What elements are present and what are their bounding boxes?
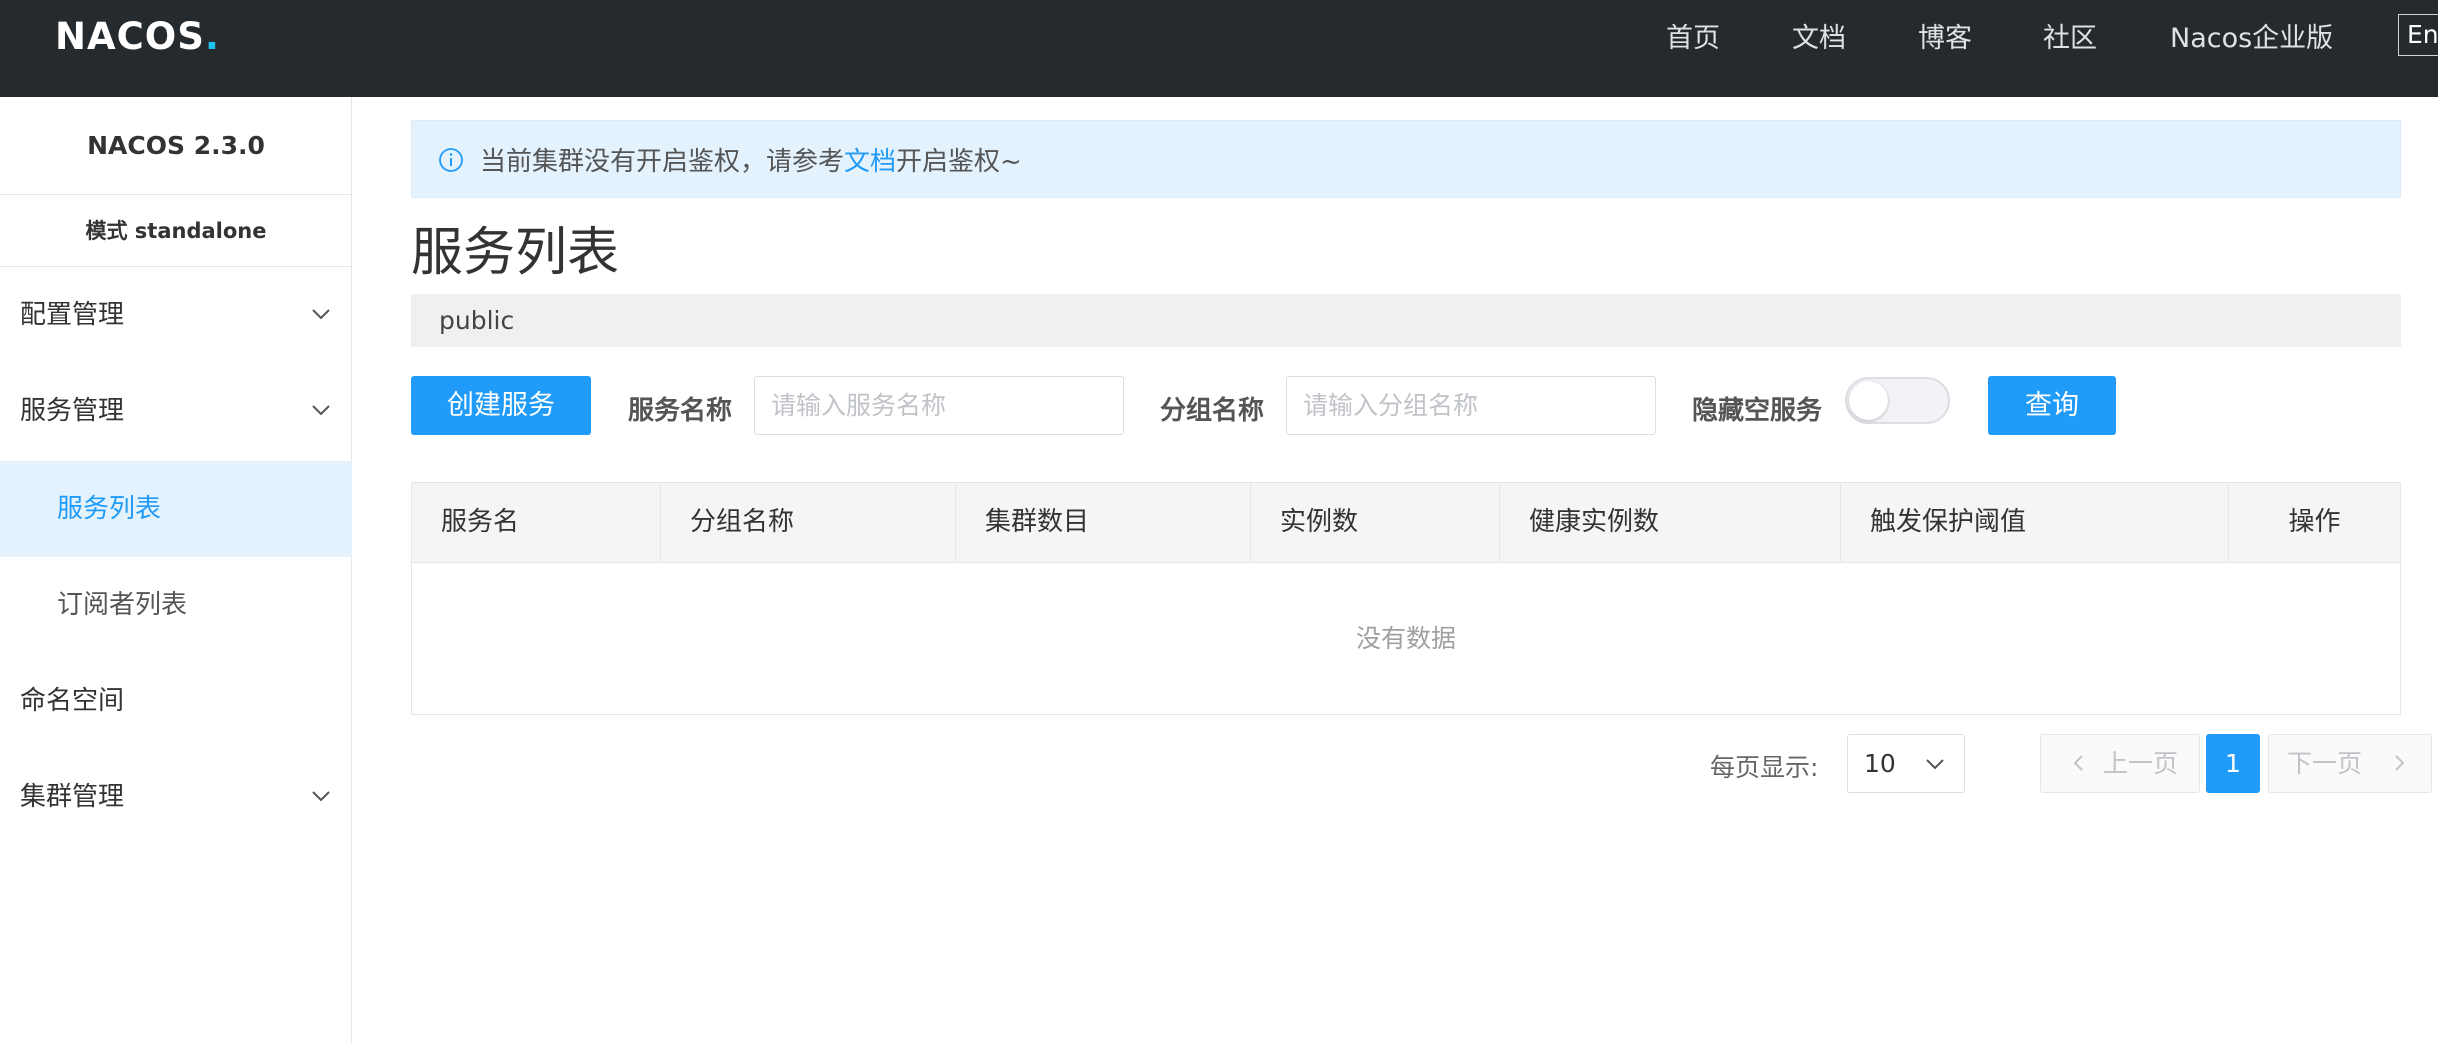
- sidebar-item-config-management[interactable]: 配置管理: [0, 267, 352, 363]
- sidebar-item-label: 服务管理: [20, 396, 125, 426]
- chevron-down-icon: [312, 309, 330, 320]
- switch-knob: [1849, 381, 1888, 420]
- group-name-label: 分组名称: [1160, 396, 1265, 426]
- empty-table-text: 没有数据: [1355, 624, 1456, 653]
- language-switch-button[interactable]: En: [2398, 14, 2438, 56]
- service-name-label: 服务名称: [628, 396, 733, 426]
- notice-suffix: 开启鉴权~: [896, 147, 1022, 177]
- logo-text: NACOS: [55, 14, 205, 58]
- notice-text: 当前集群没有开启鉴权，请参考文档开启鉴权~: [480, 141, 1022, 178]
- info-icon: [439, 148, 463, 172]
- sidebar-item-namespace[interactable]: 命名空间: [0, 653, 352, 749]
- top-navbar: NACOS. 首页 文档 博客 社区 Nacos企业版 En: [0, 0, 2438, 97]
- chevron-down-icon: [1926, 759, 1944, 770]
- sidebar: NACOS 2.3.0 模式 standalone 配置管理 服务管理 服务列表…: [0, 97, 352, 1043]
- prev-page-button[interactable]: 上一页: [2040, 734, 2200, 793]
- sidebar-item-service-list[interactable]: 服务列表: [0, 461, 352, 557]
- next-page-label: 下一页: [2287, 749, 2363, 778]
- column-protect-threshold: 触发保护阈值: [1840, 483, 2228, 562]
- chevron-down-icon: [312, 405, 330, 416]
- prev-page-label: 上一页: [2103, 749, 2179, 778]
- sidebar-item-label: 服务列表: [57, 494, 162, 524]
- mode-label: 模式 standalone: [0, 195, 352, 267]
- service-table: 服务名 分组名称 集群数目 实例数 健康实例数 触发保护阈值 操作 没有数据: [411, 482, 2401, 715]
- version-label: NACOS 2.3.0: [0, 97, 352, 195]
- service-name-input[interactable]: [754, 376, 1124, 435]
- namespace-bar: public: [411, 294, 2401, 347]
- query-button[interactable]: 查询: [1988, 376, 2116, 435]
- notice-prefix: 当前集群没有开启鉴权，请参考: [480, 147, 845, 177]
- page-title: 服务列表: [411, 223, 620, 283]
- next-page-button[interactable]: 下一页: [2268, 734, 2432, 793]
- page-1-button[interactable]: 1: [2206, 734, 2260, 793]
- sidebar-item-label: 配置管理: [20, 300, 125, 330]
- nav-enterprise[interactable]: Nacos企业版: [2170, 16, 2333, 55]
- column-actions: 操作: [2228, 483, 2400, 562]
- nav-docs[interactable]: 文档: [1792, 16, 1846, 55]
- column-service-name: 服务名: [441, 507, 520, 537]
- group-name-input[interactable]: [1286, 376, 1656, 435]
- hide-empty-service-switch[interactable]: [1845, 377, 1950, 424]
- column-healthy-instance-count: 健康实例数: [1499, 483, 1840, 562]
- logo-dot: .: [204, 14, 220, 58]
- chevron-right-icon: [2395, 755, 2405, 771]
- sidebar-item-label: 订阅者列表: [57, 590, 188, 620]
- chevron-left-icon: [2073, 755, 2083, 771]
- create-service-button[interactable]: 创建服务: [411, 376, 591, 435]
- nav-blog[interactable]: 博客: [1918, 16, 1972, 55]
- namespace-tab-public[interactable]: public: [439, 306, 514, 335]
- nacos-logo[interactable]: NACOS.: [55, 14, 220, 58]
- nav-home[interactable]: 首页: [1666, 16, 1720, 55]
- column-instance-count: 实例数: [1250, 483, 1499, 562]
- auth-notice: 当前集群没有开启鉴权，请参考文档开启鉴权~: [411, 120, 2401, 198]
- sidebar-item-service-management[interactable]: 服务管理: [0, 363, 352, 459]
- sidebar-item-subscriber-list[interactable]: 订阅者列表: [0, 557, 352, 653]
- nav-community[interactable]: 社区: [2043, 16, 2097, 55]
- sidebar-item-cluster-management[interactable]: 集群管理: [0, 749, 352, 845]
- column-cluster-count: 集群数目: [955, 483, 1250, 562]
- table-header: 服务名 分组名称 集群数目 实例数 健康实例数 触发保护阈值 操作: [412, 483, 2400, 563]
- column-group-name: 分组名称: [660, 483, 955, 562]
- sidebar-item-label: 命名空间: [20, 686, 125, 716]
- page-size-select[interactable]: 10: [1847, 734, 1965, 793]
- page-size-value: 10: [1864, 749, 1896, 778]
- hide-empty-service-label: 隐藏空服务: [1692, 396, 1823, 426]
- sidebar-item-label: 集群管理: [20, 782, 125, 812]
- page-size-label: 每页显示:: [1710, 753, 1819, 782]
- chevron-down-icon: [312, 791, 330, 802]
- docs-link[interactable]: 文档: [844, 147, 896, 177]
